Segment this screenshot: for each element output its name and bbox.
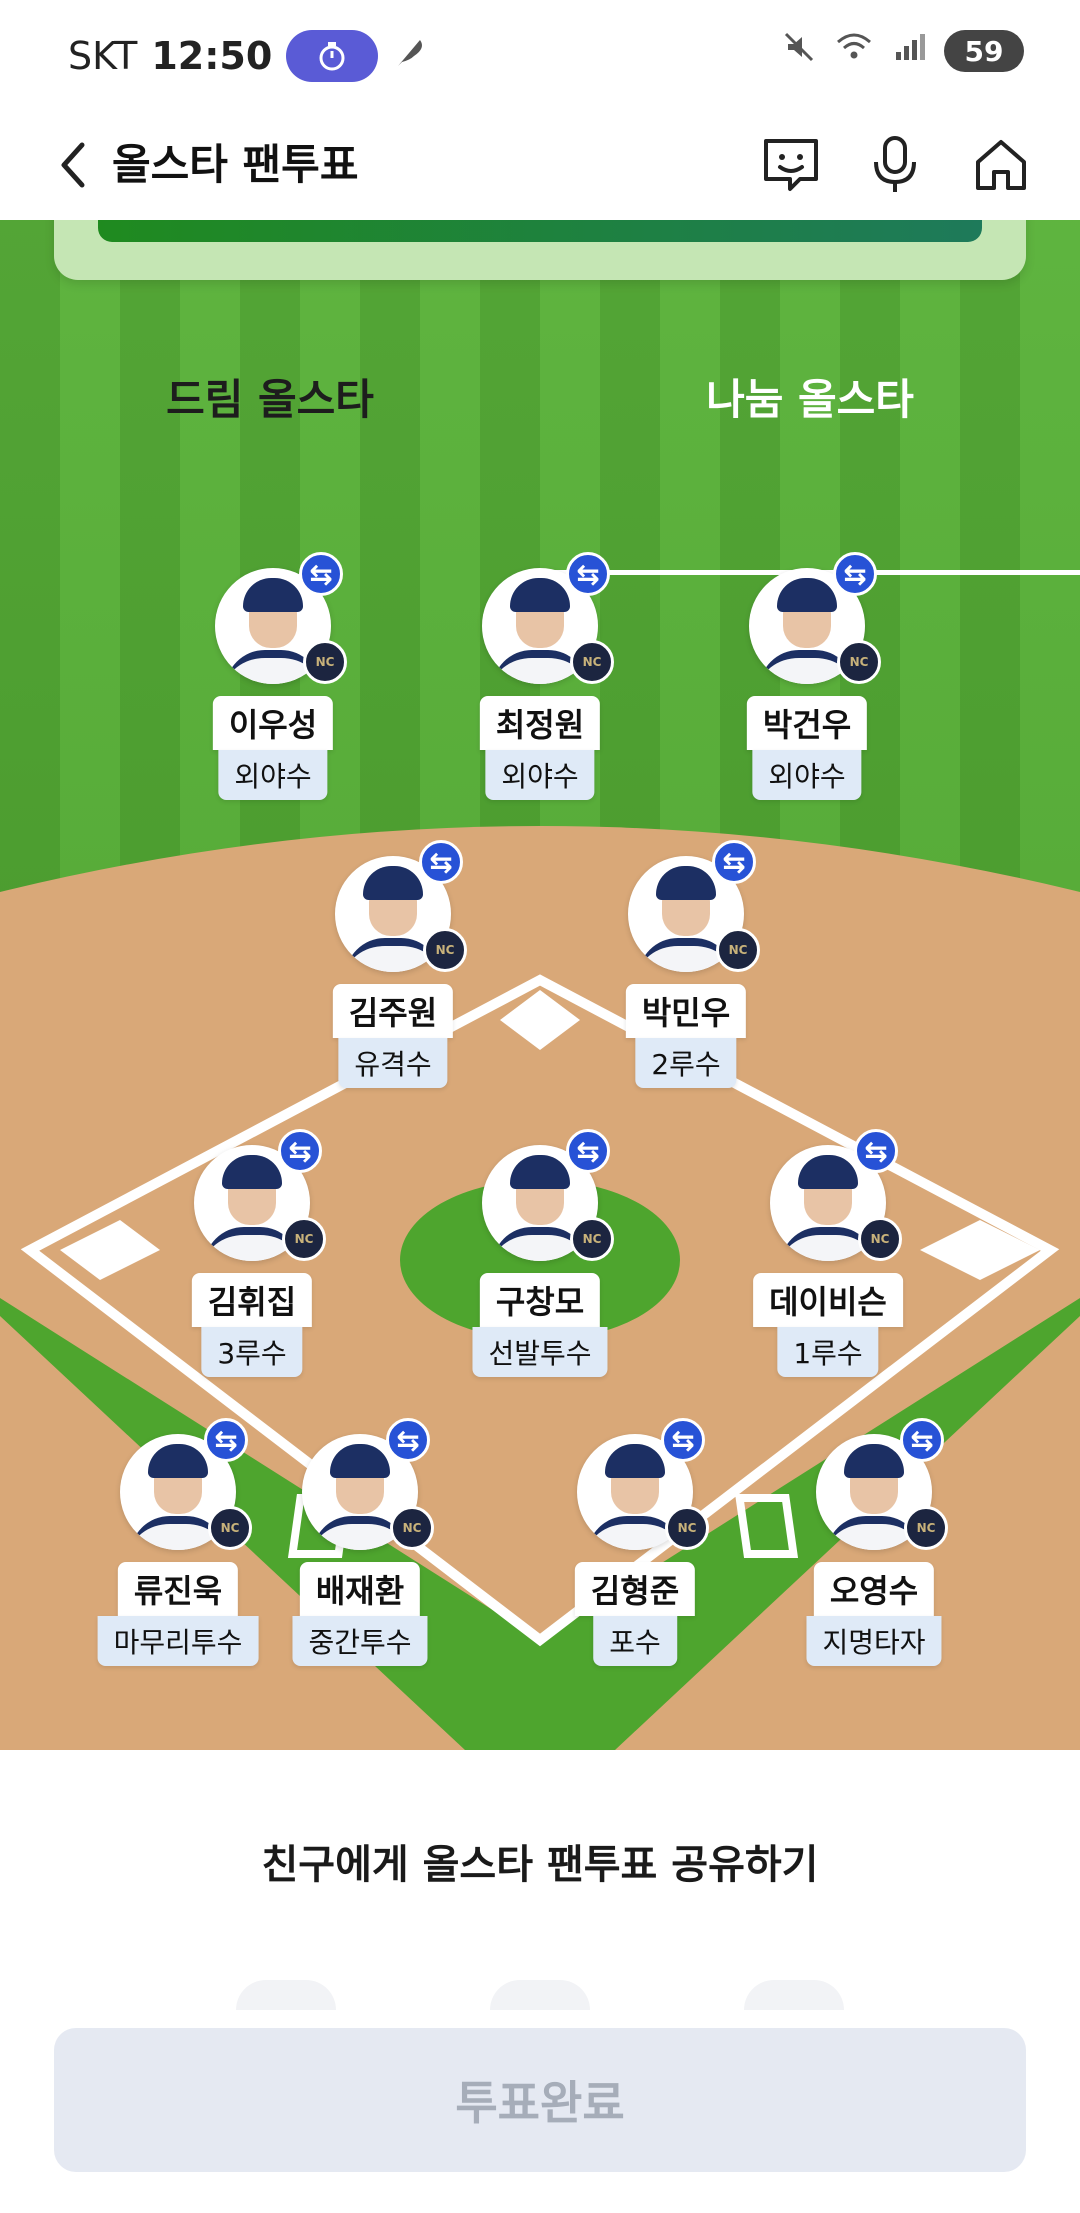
player-name: 김형준 [574,1562,696,1616]
player-name: 박민우 [625,984,747,1038]
carrier-label: SKT [68,34,138,78]
team-logo-icon: NC [423,928,467,972]
app-header: 올스타 팬투표 [0,110,1080,220]
mute-icon [782,30,816,72]
chatbot-icon [764,139,818,191]
player-name: 구창모 [479,1273,601,1327]
tab-bar: 드림 올스타 나눔 올스타 [0,330,1080,575]
player-name: 이우성 [212,696,334,750]
vote-complete-button[interactable]: 투표완료 [54,2028,1026,2172]
team-logo-icon: NC [904,1506,948,1550]
mic-icon [874,136,916,192]
team-logo-icon: NC [208,1506,252,1550]
swap-icon[interactable]: ⇆ [386,1418,430,1462]
player-position: 2루수 [635,1038,737,1088]
player-position: 1루수 [777,1327,879,1377]
player-position: 마무리투수 [97,1616,259,1666]
player-name: 류진욱 [117,1562,239,1616]
signal-icon [892,30,926,72]
clock: 12:50 [151,34,273,78]
swap-icon[interactable]: ⇆ [299,552,343,596]
player-position: 유격수 [338,1038,448,1088]
player-position: 선발투수 [472,1327,608,1377]
share-option-icon[interactable] [744,1980,844,2010]
page-title: 올스타 팬투표 [112,140,359,189]
swap-icon[interactable]: ⇆ [712,840,756,884]
voice-search-button[interactable] [858,128,932,202]
status-bar: SKT 12:50 59 [0,0,1080,110]
player-name: 데이비슨 [753,1273,903,1327]
share-title: 친구에게 올스타 팬투표 공유하기 [261,1842,819,1888]
share-option-icon[interactable] [490,1980,590,2010]
feather-icon [392,34,428,79]
team-logo-icon: NC [837,640,881,684]
team-logo-icon: NC [665,1506,709,1550]
player-position: 3루수 [201,1327,303,1377]
home-button[interactable] [964,128,1038,202]
back-button[interactable] [48,132,98,198]
share-option-icon[interactable] [236,1980,336,2010]
swap-icon[interactable]: ⇆ [661,1418,705,1462]
share-options [0,1980,1080,2010]
team-logo-icon: NC [716,928,760,972]
player-position: 외야수 [218,750,328,800]
swap-icon[interactable]: ⇆ [566,1129,610,1173]
swap-icon[interactable]: ⇆ [833,552,877,596]
swap-icon[interactable]: ⇆ [204,1418,248,1462]
player-position: 외야수 [752,750,862,800]
swap-icon[interactable]: ⇆ [900,1418,944,1462]
player-position: 포수 [593,1616,677,1666]
team-logo-icon: NC [570,1217,614,1261]
team-logo-icon: NC [858,1217,902,1261]
tab-nanum-allstar[interactable]: 나눔 올스타 [540,330,1080,462]
back-icon [61,142,85,188]
player-position: 지명타자 [806,1616,942,1666]
team-logo-icon: NC [390,1506,434,1550]
player-position: 외야수 [485,750,595,800]
home-icon [976,140,1026,190]
player-name: 배재환 [299,1562,421,1616]
team-logo-icon: NC [303,640,347,684]
battery-icon: 59 [944,30,1024,72]
wifi-icon [834,30,874,72]
team-logo-icon: NC [570,640,614,684]
tab-dream-allstar[interactable]: 드림 올스타 [0,330,540,462]
swap-icon[interactable]: ⇆ [854,1129,898,1173]
swap-icon[interactable]: ⇆ [419,840,463,884]
team-logo-icon: NC [282,1217,326,1261]
player-position: 중간투수 [292,1616,428,1666]
player-name: 오영수 [813,1562,935,1616]
player-name: 김휘집 [191,1273,313,1327]
chatbot-button[interactable] [754,128,828,202]
player-name: 김주원 [332,984,454,1038]
player-name: 최정원 [479,696,601,750]
baseball-field: 드림 올스타 나눔 올스타 ⇆ NC 이우성 외야수 ⇆ NC 최정원 외야수 … [0,220,1080,1750]
swap-icon[interactable]: ⇆ [278,1129,322,1173]
timer-icon [286,30,379,82]
swap-icon[interactable]: ⇆ [566,552,610,596]
player-name: 박건우 [746,696,868,750]
